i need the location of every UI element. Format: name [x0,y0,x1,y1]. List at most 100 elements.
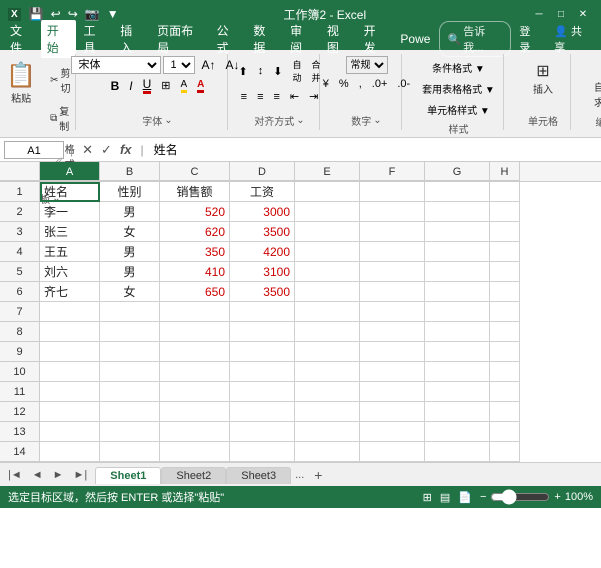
italic-button[interactable]: I [125,77,136,95]
list-item[interactable] [490,282,520,302]
row-header[interactable]: 13 [0,422,40,442]
list-item[interactable] [40,382,100,402]
col-header-g[interactable]: G [425,162,490,181]
list-item[interactable] [295,422,360,442]
list-item[interactable] [490,402,520,422]
list-item[interactable]: 女 [100,222,160,242]
list-item[interactable] [425,302,490,322]
list-item[interactable] [230,362,295,382]
font-family-selector[interactable]: 宋体 [71,56,161,74]
list-item[interactable] [360,222,425,242]
list-item[interactable] [295,322,360,342]
list-item[interactable] [490,302,520,322]
list-item[interactable]: 410 [160,262,230,282]
formula-cancel-btn[interactable]: ✕ [79,141,96,159]
menu-formula[interactable]: 公式 [211,20,246,58]
copy-button[interactable]: ⧉ 复制 [45,100,80,136]
menu-home[interactable]: 开始 [41,20,76,58]
font-size-selector[interactable]: 16 [163,56,195,74]
row-header[interactable]: 12 [0,402,40,422]
list-item[interactable] [490,242,520,262]
align-top-btn[interactable]: ⬆ [235,63,252,80]
list-item[interactable] [425,422,490,442]
list-item[interactable]: 张三 [40,222,100,242]
list-item[interactable] [160,362,230,382]
row-header[interactable]: 9 [0,342,40,362]
row-header[interactable]: 1 [0,182,40,202]
list-item[interactable] [160,342,230,362]
row-header[interactable]: 5 [0,262,40,282]
list-item[interactable] [40,422,100,442]
col-header-e[interactable]: E [295,162,360,181]
row-header[interactable]: 11 [0,382,40,402]
list-item[interactable] [360,262,425,282]
sheet-tab-3[interactable]: Sheet3 [226,467,291,484]
row-header[interactable]: 6 [0,282,40,302]
list-item[interactable] [230,442,295,462]
list-item[interactable] [490,422,520,442]
list-item[interactable] [295,222,360,242]
menu-view[interactable]: 视图 [321,20,356,58]
list-item[interactable] [100,302,160,322]
list-item[interactable] [360,302,425,322]
decimal-decrease-btn[interactable]: .0- [393,76,414,92]
list-item[interactable] [360,422,425,442]
formula-input[interactable] [150,143,597,157]
align-expand-icon[interactable]: ⌄ [296,115,304,126]
list-item[interactable] [100,442,160,462]
decimal-increase-btn[interactable]: .0+ [368,76,392,92]
align-right-btn[interactable]: ≡ [270,89,284,105]
list-item[interactable] [425,242,490,262]
font-increase-btn[interactable]: A↑ [197,56,219,74]
tell-me-box[interactable]: 🔍 告诉我... [439,21,512,57]
list-item[interactable] [360,282,425,302]
col-header-a[interactable]: A [40,162,100,181]
list-item[interactable] [160,382,230,402]
list-item[interactable]: 350 [160,242,230,262]
list-item[interactable] [40,402,100,422]
col-header-c[interactable]: C [160,162,230,181]
list-item[interactable] [295,242,360,262]
tab-next-btn[interactable]: ► [49,468,68,482]
list-item[interactable] [425,442,490,462]
align-center-btn[interactable]: ≡ [253,89,267,105]
menu-file[interactable]: 文件 [4,20,39,58]
row-header[interactable]: 4 [0,242,40,262]
list-item[interactable] [295,282,360,302]
list-item[interactable] [40,442,100,462]
list-item[interactable]: 销售额 [160,182,230,202]
list-item[interactable] [295,262,360,282]
list-item[interactable] [360,182,425,202]
list-item[interactable] [425,362,490,382]
list-item[interactable]: 性别 [100,182,160,202]
list-item[interactable] [360,362,425,382]
wrap-text-btn[interactable]: 自动 [288,56,305,86]
col-header-d[interactable]: D [230,162,295,181]
conditional-format-btn[interactable]: 条件格式 ▼ [418,58,499,77]
list-item[interactable] [230,402,295,422]
list-item[interactable]: 齐七 [40,282,100,302]
list-item[interactable]: 刘六 [40,262,100,282]
login-button[interactable]: 登录 [513,21,546,57]
list-item[interactable]: 3100 [230,262,295,282]
col-header-b[interactable]: B [100,162,160,181]
list-item[interactable] [490,322,520,342]
formula-confirm-btn[interactable]: ✓ [98,141,115,159]
list-item[interactable] [425,202,490,222]
list-item[interactable] [100,402,160,422]
row-header[interactable]: 2 [0,202,40,222]
list-item[interactable] [160,442,230,462]
list-item[interactable] [230,302,295,322]
tab-last-btn[interactable]: ►| [70,468,92,482]
cell-style-btn[interactable]: 单元格样式 ▼ [418,100,499,119]
menu-tools[interactable]: 工具 [78,20,113,58]
underline-button[interactable]: U [139,76,156,95]
page-break-view-btn[interactable]: 📄 [458,491,472,504]
list-item[interactable] [40,342,100,362]
tab-prev-btn[interactable]: ◄ [28,468,47,482]
list-item[interactable] [360,322,425,342]
list-item[interactable] [490,382,520,402]
list-item[interactable] [360,402,425,422]
list-item[interactable]: 650 [160,282,230,302]
list-item[interactable]: 3500 [230,222,295,242]
